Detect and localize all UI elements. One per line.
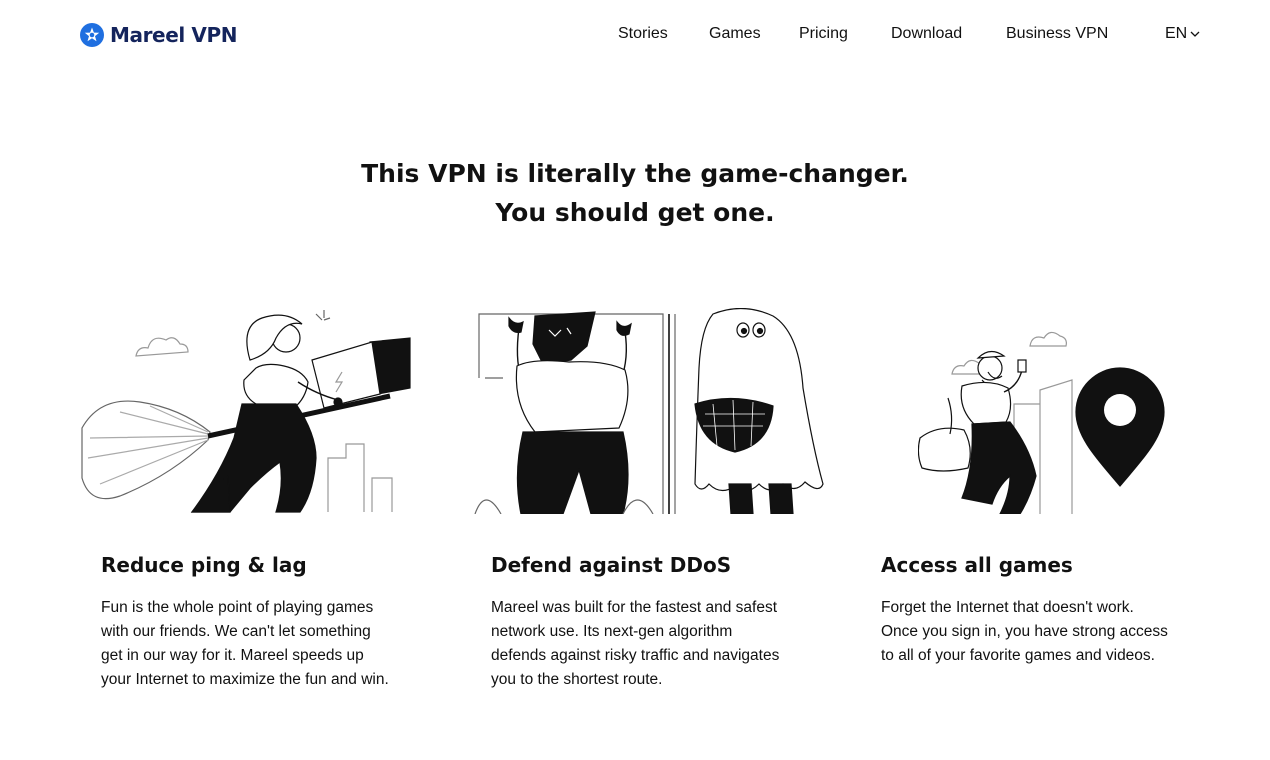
feature-line: get in our way for it. Mareel speeds up <box>101 647 364 664</box>
nav-stories[interactable]: Stories <box>618 25 668 43</box>
feature-line: with our friends. We can't let something <box>101 623 371 640</box>
nav-pricing[interactable]: Pricing <box>799 25 848 43</box>
traveler-with-map-pin-illustration <box>918 308 1168 514</box>
site-header: Mareel VPN Stories Games Pricing Downloa… <box>0 0 1270 70</box>
brand-logo[interactable]: Mareel VPN <box>80 22 237 48</box>
feature-defend-ddos: Defend against DDoS Mareel was built for… <box>491 548 831 692</box>
nav-download[interactable]: Download <box>891 25 962 43</box>
feature-title: Reduce ping & lag <box>101 553 307 577</box>
feature-line: Once you sign in, you have strong access <box>881 623 1168 640</box>
nav-business-vpn[interactable]: Business VPN <box>1006 25 1108 43</box>
feature-reduce-ping: Reduce ping & lag Fun is the whole point… <box>101 548 441 692</box>
feature-description: Forget the Internet that doesn't work. O… <box>881 596 1221 668</box>
chevron-down-icon <box>1190 31 1200 37</box>
feature-line: your Internet to maximize the fun and wi… <box>101 671 389 688</box>
feature-line: Forget the Internet that doesn't work. <box>881 599 1134 616</box>
nav-games[interactable]: Games <box>709 25 761 43</box>
feature-description: Mareel was built for the fastest and saf… <box>491 596 831 692</box>
brand-name: Mareel VPN <box>110 23 238 47</box>
feature-line: defends against risky traffic and naviga… <box>491 647 780 664</box>
feature-line: Fun is the whole point of playing games <box>101 599 374 616</box>
feature-title: Access all games <box>881 553 1073 577</box>
witch-on-broom-illustration <box>80 308 412 514</box>
feature-line: to all of your favorite games and videos… <box>881 647 1155 664</box>
feature-line: Mareel was built for the fastest and saf… <box>491 599 778 616</box>
feature-line: network use. Its next-gen algorithm <box>491 623 733 640</box>
feature-description: Fun is the whole point of playing games … <box>101 596 441 692</box>
hero-headline: This VPN is literally the game-changer. … <box>0 154 1270 232</box>
hero-line-1: This VPN is literally the game-changer. <box>361 159 909 188</box>
language-selector[interactable]: EN <box>1165 25 1201 43</box>
feature-line: you to the shortest route. <box>491 671 663 688</box>
hero-line-2: You should get one. <box>495 198 775 227</box>
feature-title: Defend against DDoS <box>491 553 732 577</box>
star-badge-icon <box>80 23 104 47</box>
monster-and-ghost-illustration <box>473 308 833 514</box>
feature-access-games: Access all games Forget the Internet tha… <box>881 548 1221 668</box>
language-label: EN <box>1165 25 1188 42</box>
